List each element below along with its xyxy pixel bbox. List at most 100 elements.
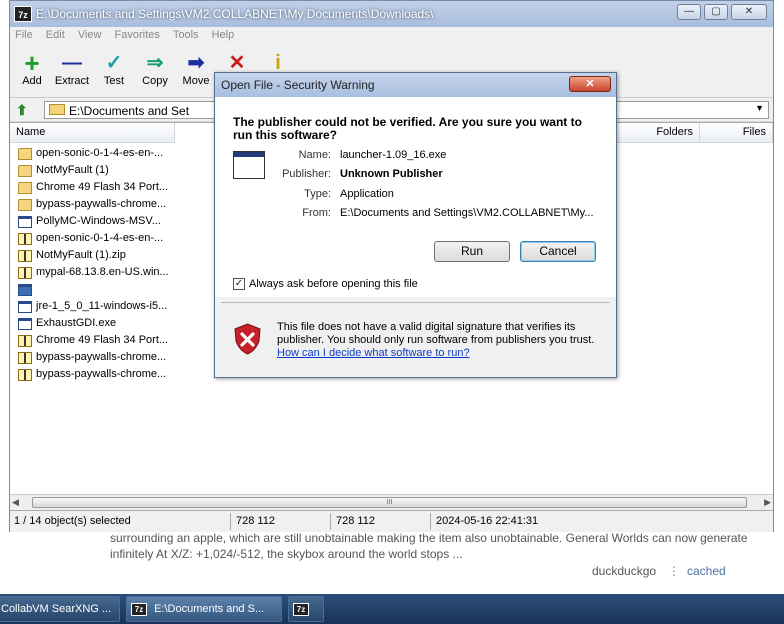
file-row[interactable]: Chrome 49 Flash 34 Port...: [18, 179, 169, 196]
archive-icon: [18, 249, 32, 262]
dialog-titlebar[interactable]: Open File - Security Warning ✕: [215, 73, 616, 97]
scroll-right-icon[interactable]: ▶: [764, 497, 771, 508]
menu-tools[interactable]: Tools: [168, 27, 204, 43]
column-folders[interactable]: Folders: [610, 123, 700, 143]
taskbar-item-file-manager[interactable]: 7z E:\Documents and S...: [126, 596, 282, 622]
file-row[interactable]: bypass-paywalls-chrome...: [18, 196, 169, 213]
address-input[interactable]: E:\Documents and Settings\V: [69, 104, 189, 118]
cancel-button[interactable]: Cancel: [520, 241, 596, 262]
publisher-label: Publisher:: [282, 168, 331, 180]
security-shield-icon: [234, 323, 261, 355]
move-icon: ➡: [187, 52, 205, 74]
help-link[interactable]: How can I decide what software to run?: [277, 347, 470, 359]
status-divider: [430, 513, 431, 530]
minimize-button[interactable]: —: [677, 4, 701, 20]
extract-button[interactable]: — Extract: [50, 51, 94, 87]
status-size: 728 112: [236, 515, 275, 527]
copy-button[interactable]: ⇒ Copy: [133, 51, 177, 87]
file-name: open-sonic-0-1-4-es-en-...: [36, 147, 164, 159]
file-row[interactable]: bypass-paywalls-chrome...: [18, 366, 169, 383]
always-ask-checkbox-row[interactable]: ✓ Always ask before opening this file: [233, 278, 418, 290]
file-row[interactable]: mypal-68.13.8.en-US.win...: [18, 264, 169, 281]
folder-icon: [18, 147, 32, 160]
taskbar: CollabVM SearXNG ... 7z E:\Documents and…: [0, 594, 784, 624]
file-row[interactable]: NotMyFault (1).zip: [18, 247, 169, 264]
file-name: mypal-68.13.8.en-US.win...: [36, 266, 169, 278]
add-icon: +: [24, 48, 40, 78]
file-name: NotMyFault (1).zip: [36, 249, 126, 261]
search-result-snippet: surrounding an apple, which are still un…: [110, 531, 748, 561]
add-label: Add: [22, 75, 42, 87]
status-divider: [230, 513, 231, 530]
name-label: Name:: [298, 149, 331, 161]
add-button[interactable]: + Add: [10, 48, 54, 87]
file-row[interactable]: open-sonic-0-1-4-es-en-...: [18, 230, 169, 247]
status-bar: 1 / 14 object(s) selected 728 112 728 11…: [10, 510, 773, 532]
file-row[interactable]: [18, 281, 169, 298]
menu-file[interactable]: File: [10, 27, 38, 43]
close-button[interactable]: ✕: [731, 4, 767, 20]
file-row[interactable]: PollyMC-Windows-MSV...: [18, 213, 169, 230]
horizontal-scrollbar[interactable]: ◀ III ▶: [10, 494, 773, 510]
separator-icon: ⋮: [668, 564, 680, 578]
column-name[interactable]: Name: [10, 123, 175, 143]
search-result-source[interactable]: duckduckgo: [592, 564, 656, 578]
taskbar-item-7zip[interactable]: 7z: [288, 596, 324, 622]
archive-icon: [18, 232, 32, 245]
application-icon: [233, 151, 265, 179]
move-button[interactable]: ➡ Move: [174, 51, 218, 87]
type-label: Type:: [304, 188, 331, 200]
dialog-title: Open File - Security Warning: [221, 78, 375, 92]
extract-icon: —: [62, 52, 82, 74]
file-row[interactable]: NotMyFault (1): [18, 162, 169, 179]
window-titlebar[interactable]: 7z E:\Documents and Settings\VM2.COLLABN…: [10, 1, 773, 27]
file-name: bypass-paywalls-chrome...: [36, 351, 167, 363]
file-row[interactable]: open-sonic-0-1-4-es-en-...: [18, 145, 169, 162]
taskbar-item-label: E:\Documents and S...: [154, 603, 265, 615]
file-row[interactable]: ExhaustGDI.exe: [18, 315, 169, 332]
cached-link[interactable]: cached: [687, 564, 726, 578]
menu-bar: File Edit View Favorites Tools Help: [10, 27, 773, 45]
file-name: Chrome 49 Flash 34 Port...: [36, 334, 169, 346]
file-list: open-sonic-0-1-4-es-en-... NotMyFault (1)…: [18, 145, 169, 383]
archive-icon: [18, 368, 32, 381]
folder-up-icon[interactable]: ⬆: [16, 102, 28, 119]
name-value: launcher-1.09_16.exe: [340, 149, 447, 161]
menu-edit[interactable]: Edit: [41, 27, 70, 43]
publisher-value: Unknown Publisher: [340, 168, 443, 180]
folder-icon: [49, 104, 65, 115]
file-row[interactable]: jre-1_5_0_11-windows-i5...: [18, 298, 169, 315]
menu-help[interactable]: Help: [207, 27, 240, 43]
security-warning-dialog: Open File - Security Warning ✕ The publi…: [214, 72, 617, 378]
menu-favorites[interactable]: Favorites: [110, 27, 165, 43]
file-row[interactable]: Chrome 49 Flash 34 Port...: [18, 332, 169, 349]
test-icon: ✓: [105, 52, 123, 74]
maximize-button[interactable]: ▢: [704, 4, 728, 20]
taskbar-item-label: CollabVM SearXNG ...: [1, 603, 112, 615]
7zip-icon: 7z: [131, 602, 147, 616]
scroll-left-icon[interactable]: ◀: [12, 497, 19, 508]
folder-icon: [18, 181, 32, 194]
test-button[interactable]: ✓ Test: [92, 51, 136, 87]
7zip-icon: 7z: [293, 602, 309, 616]
folder-icon: [18, 164, 32, 177]
file-name: ExhaustGDI.exe: [36, 317, 117, 329]
chevron-down-icon[interactable]: ▼: [755, 103, 764, 113]
file-name: NotMyFault (1): [36, 164, 109, 176]
column-files[interactable]: Files: [700, 123, 773, 143]
file-name: jre-1_5_0_11-windows-i5...: [36, 300, 168, 312]
folder-icon: [18, 198, 32, 211]
status-selection: 1 / 14 object(s) selected: [14, 515, 131, 527]
taskbar-item-browser[interactable]: CollabVM SearXNG ...: [0, 596, 120, 622]
menu-view[interactable]: View: [73, 27, 107, 43]
always-ask-checkbox[interactable]: ✓: [233, 278, 245, 290]
file-name: Chrome 49 Flash 34 Port...: [36, 181, 169, 193]
dialog-close-button[interactable]: ✕: [569, 76, 611, 92]
run-button[interactable]: Run: [434, 241, 510, 262]
executable-icon: [18, 300, 32, 313]
scroll-thumb[interactable]: III: [32, 497, 747, 508]
archive-icon: [18, 351, 32, 364]
always-ask-label[interactable]: Always ask before opening this file: [249, 278, 418, 290]
type-value: Application: [340, 188, 394, 200]
file-row[interactable]: bypass-paywalls-chrome...: [18, 349, 169, 366]
